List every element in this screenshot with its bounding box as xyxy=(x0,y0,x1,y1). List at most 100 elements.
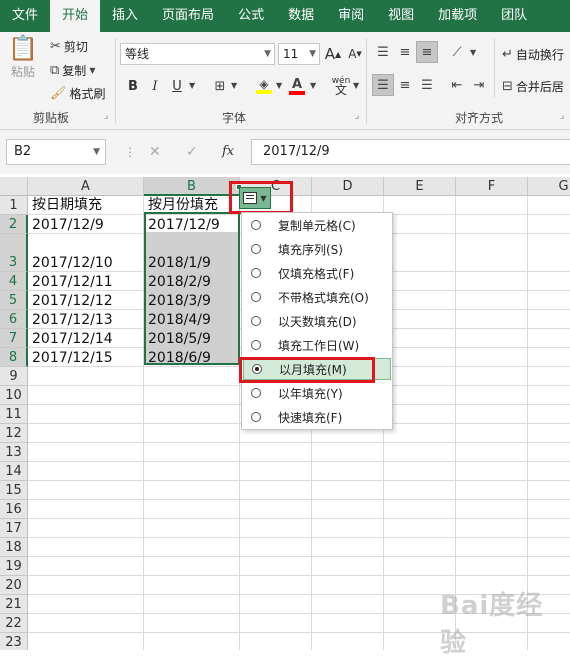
cell-b2[interactable]: 2017/12/9 xyxy=(144,215,240,234)
cell-a7[interactable]: 2017/12/14 xyxy=(28,329,144,348)
row-header-10[interactable]: 10 xyxy=(0,386,28,405)
autofill-option-4[interactable]: 以天数填充(D) xyxy=(243,310,391,332)
formula-input[interactable]: 2017/12/9 xyxy=(251,139,570,165)
cut-button[interactable]: ✂ 剪切 xyxy=(50,38,88,55)
row-header-7[interactable]: 7 xyxy=(0,329,28,348)
cell-b7[interactable]: 2018/5/9 xyxy=(144,329,240,348)
cell-a5[interactable]: 2017/12/12 xyxy=(28,291,144,310)
enter-button[interactable]: ✓ xyxy=(186,144,198,160)
row-header-18[interactable]: 18 xyxy=(0,538,28,557)
tab-9[interactable]: 团队 xyxy=(489,0,539,32)
dialog-launcher-icon[interactable]: ⌟ xyxy=(355,111,359,121)
row-header-19[interactable]: 19 xyxy=(0,557,28,576)
tab-6[interactable]: 审阅 xyxy=(326,0,376,32)
decrease-indent-button[interactable]: ⇤ xyxy=(446,74,468,96)
chevron-down-icon[interactable]: ▼ xyxy=(189,82,195,90)
underline-button[interactable]: U xyxy=(166,75,188,97)
tab-0[interactable]: 文件 xyxy=(0,0,50,32)
cell-b8[interactable]: 2018/6/9 xyxy=(144,348,240,367)
row-header-17[interactable]: 17 xyxy=(0,519,28,538)
column-header-e[interactable]: E xyxy=(384,177,456,196)
chevron-down-icon[interactable]: ▼ xyxy=(231,82,237,90)
merge-center-button[interactable]: ⊟ 合并后居 xyxy=(502,78,564,95)
cell-a3[interactable]: 2017/12/10 xyxy=(28,234,144,272)
tab-3[interactable]: 页面布局 xyxy=(150,0,226,32)
row-header-13[interactable]: 13 xyxy=(0,443,28,462)
font-color-button[interactable]: A xyxy=(286,75,308,97)
font-name-select[interactable]: 等线 ▼ xyxy=(120,43,275,65)
autofill-option-8[interactable]: 快速填充(F) xyxy=(243,406,391,428)
tab-1[interactable]: 开始 xyxy=(50,0,101,32)
align-left-button[interactable]: ☰ xyxy=(372,74,394,96)
grow-font-button[interactable]: A ▲ xyxy=(322,43,344,65)
row-header-9[interactable]: 9 xyxy=(0,367,28,386)
cell-a1[interactable]: 按日期填充 xyxy=(28,196,144,215)
select-all-corner[interactable] xyxy=(0,177,28,196)
cell-a4[interactable]: 2017/12/11 xyxy=(28,272,144,291)
row-header-2[interactable]: 2 xyxy=(0,215,28,234)
tab-4[interactable]: 公式 xyxy=(226,0,276,32)
align-center-button[interactable]: ≡ xyxy=(394,74,416,96)
chevron-down-icon[interactable]: ▼ xyxy=(353,82,359,90)
bold-button[interactable]: B xyxy=(122,75,144,97)
paste-button[interactable]: 📋 粘贴 xyxy=(6,36,40,80)
dialog-launcher-icon[interactable]: ⌟ xyxy=(104,111,108,121)
italic-button[interactable]: I xyxy=(144,75,166,97)
row-header-14[interactable]: 14 xyxy=(0,462,28,481)
column-header-g[interactable]: G xyxy=(528,177,570,196)
row-header-15[interactable]: 15 xyxy=(0,481,28,500)
autofill-option-3[interactable]: 不带格式填充(O) xyxy=(243,286,391,308)
chevron-down-icon[interactable]: ▼ xyxy=(310,82,316,90)
increase-indent-button[interactable]: ⇥ xyxy=(468,74,490,96)
cell-b5[interactable]: 2018/3/9 xyxy=(144,291,240,310)
align-middle-button[interactable]: ≡ xyxy=(394,41,416,63)
row-header-16[interactable]: 16 xyxy=(0,500,28,519)
copy-button[interactable]: ⧉ 复制 ▼ xyxy=(50,62,95,79)
cell-b4[interactable]: 2018/2/9 xyxy=(144,272,240,291)
fill-color-button[interactable]: ◈ xyxy=(253,75,275,97)
row-header-3[interactable]: 3 xyxy=(0,234,28,272)
align-bottom-button[interactable]: ≡ xyxy=(416,41,438,63)
column-header-f[interactable]: F xyxy=(456,177,528,196)
column-header-d[interactable]: D xyxy=(312,177,384,196)
cell-a8[interactable]: 2017/12/15 xyxy=(28,348,144,367)
row-header-4[interactable]: 4 xyxy=(0,272,28,291)
row-header-6[interactable]: 6 xyxy=(0,310,28,329)
row-header-1[interactable]: 1 xyxy=(0,196,28,215)
tab-5[interactable]: 数据 xyxy=(276,0,326,32)
cancel-button[interactable]: ✕ xyxy=(149,144,161,160)
row-header-11[interactable]: 11 xyxy=(0,405,28,424)
cell-a6[interactable]: 2017/12/13 xyxy=(28,310,144,329)
shrink-font-button[interactable]: A ▼ xyxy=(344,43,366,65)
dialog-launcher-icon[interactable]: ⌟ xyxy=(560,111,564,121)
row-header-21[interactable]: 21 xyxy=(0,595,28,614)
tab-8[interactable]: 加载项 xyxy=(426,0,489,32)
insert-function-button[interactable]: fx xyxy=(222,144,234,159)
format-painter-button[interactable]: 🖌 格式刷 xyxy=(50,85,106,102)
align-top-button[interactable]: ☰ xyxy=(372,41,394,63)
chevron-down-icon[interactable]: ▼ xyxy=(276,82,282,90)
cell-a2[interactable]: 2017/12/9 xyxy=(28,215,144,234)
row-header-20[interactable]: 20 xyxy=(0,576,28,595)
wrap-text-button[interactable]: ↵ 自动换行 xyxy=(502,46,564,63)
autofill-option-5[interactable]: 填充工作日(W) xyxy=(243,334,391,356)
cell-b6[interactable]: 2018/4/9 xyxy=(144,310,240,329)
row-header-8[interactable]: 8 xyxy=(0,348,28,367)
orientation-button[interactable]: ⟋ xyxy=(446,41,468,63)
cell-b3[interactable]: 2018/1/9 xyxy=(144,234,240,272)
chevron-down-icon[interactable]: ▼ xyxy=(470,49,476,57)
align-right-button[interactable]: ☰ xyxy=(416,74,438,96)
row-header-23[interactable]: 23 xyxy=(0,633,28,650)
autofill-option-0[interactable]: 复制单元格(C) xyxy=(243,214,391,236)
name-box[interactable]: B2 ▼ xyxy=(6,139,106,165)
autofill-option-2[interactable]: 仅填充格式(F) xyxy=(243,262,391,284)
tab-7[interactable]: 视图 xyxy=(376,0,426,32)
autofill-option-1[interactable]: 填充序列(S) xyxy=(243,238,391,260)
row-header-22[interactable]: 22 xyxy=(0,614,28,633)
row-header-5[interactable]: 5 xyxy=(0,291,28,310)
borders-button[interactable]: ⊞ xyxy=(209,75,231,97)
phonetic-button[interactable]: wén 文 xyxy=(330,75,352,97)
font-size-select[interactable]: 11 ▼ xyxy=(278,43,320,65)
cell-b1[interactable]: 按月份填充 xyxy=(144,196,240,215)
autofill-option-7[interactable]: 以年填充(Y) xyxy=(243,382,391,404)
